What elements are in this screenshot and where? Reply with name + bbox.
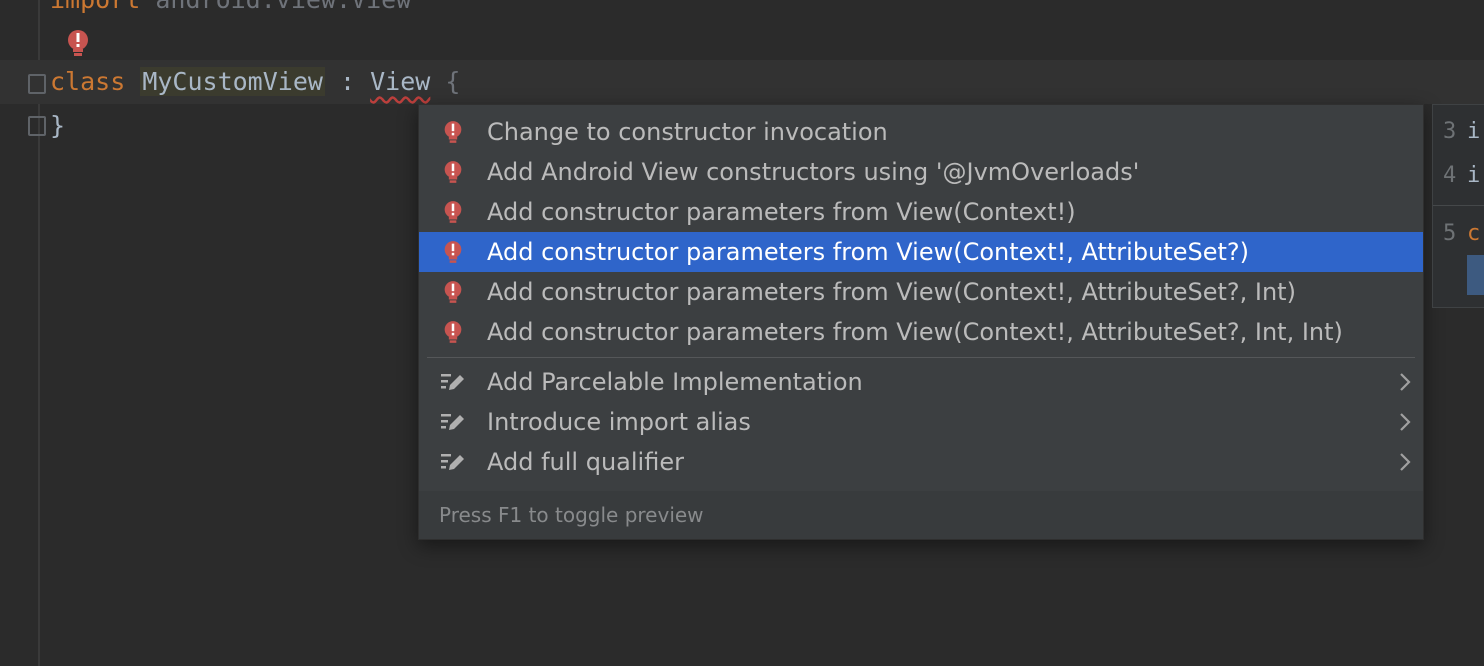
error-bulb-icon <box>419 199 487 225</box>
class-declaration-line[interactable]: class MyCustomView : View { <box>50 60 460 104</box>
import-path: android.view.View <box>140 0 411 14</box>
chevron-right-icon <box>1387 372 1423 392</box>
menu-separator <box>427 357 1415 358</box>
error-bulb-icon[interactable] <box>66 29 90 57</box>
preview-divider <box>1433 205 1484 206</box>
preview-code: i <box>1467 119 1481 144</box>
line-number: 4 <box>1443 163 1457 188</box>
parent-class-reference[interactable]: View <box>370 67 430 96</box>
intention-item-label: Add Parcelable Implementation <box>487 368 863 396</box>
chevron-right-icon <box>1387 412 1423 432</box>
preview-code: i <box>1467 163 1481 188</box>
intention-item[interactable]: Change to constructor invocation <box>419 112 1423 152</box>
error-bulb-icon <box>419 279 487 305</box>
preview-code: c <box>1467 221 1481 246</box>
error-bulb-icon <box>419 319 487 345</box>
intention-item-label: Change to constructor invocation <box>487 118 888 146</box>
preview-highlight <box>1467 255 1484 295</box>
class-name[interactable]: MyCustomView <box>140 67 325 96</box>
intention-item-label: Add Android View constructors using '@Jv… <box>487 158 1140 186</box>
intention-item[interactable]: Add constructor parameters from View(Con… <box>419 312 1423 352</box>
fold-start-icon[interactable] <box>28 74 46 94</box>
colon-separator: : <box>324 67 371 96</box>
intention-item[interactable]: Add constructor parameters from View(Con… <box>419 272 1423 312</box>
pencil-edit-icon <box>419 451 487 473</box>
error-bulb-icon <box>419 159 487 185</box>
intention-item-selected[interactable]: Add constructor parameters from View(Con… <box>419 232 1423 272</box>
closing-brace-line: } <box>50 104 65 148</box>
intention-item-label: Add constructor parameters from View(Con… <box>487 318 1343 346</box>
class-keyword: class <box>50 67 126 96</box>
intention-item[interactable]: Add constructor parameters from View(Con… <box>419 192 1423 232</box>
error-bulb-icon <box>419 119 487 145</box>
intention-item-label: Add full qualifier <box>487 448 684 476</box>
error-bulb-icon <box>419 239 487 265</box>
intention-item-submenu[interactable]: Introduce import alias <box>419 402 1423 442</box>
intention-item-submenu[interactable]: Add full qualifier <box>419 442 1423 482</box>
intention-item-label: Add constructor parameters from View(Con… <box>487 198 1076 226</box>
pencil-edit-icon <box>419 411 487 433</box>
close-brace: } <box>50 111 66 140</box>
intention-item[interactable]: Add Android View constructors using '@Jv… <box>419 152 1423 192</box>
fold-end-icon[interactable] <box>28 116 46 136</box>
open-brace: { <box>430 67 461 96</box>
chevron-right-icon <box>1387 452 1423 472</box>
intention-item-label: Introduce import alias <box>487 408 751 436</box>
pencil-edit-icon <box>419 371 487 393</box>
preview-panel: 3 i 4 i 5 c <box>1432 104 1484 308</box>
popup-footer-hint: Press F1 to toggle preview <box>419 491 1423 539</box>
intention-item-label: Add constructor parameters from View(Con… <box>487 278 1296 306</box>
import-keyword: import <box>50 0 140 14</box>
line-number: 5 <box>1443 221 1457 246</box>
intention-item-submenu[interactable]: Add Parcelable Implementation <box>419 362 1423 402</box>
line-number: 3 <box>1443 119 1457 144</box>
import-line: import android.view.View <box>50 0 411 22</box>
intention-item-label: Add constructor parameters from View(Con… <box>487 238 1249 266</box>
intention-actions-popup: Change to constructor invocation Add And… <box>418 104 1424 540</box>
